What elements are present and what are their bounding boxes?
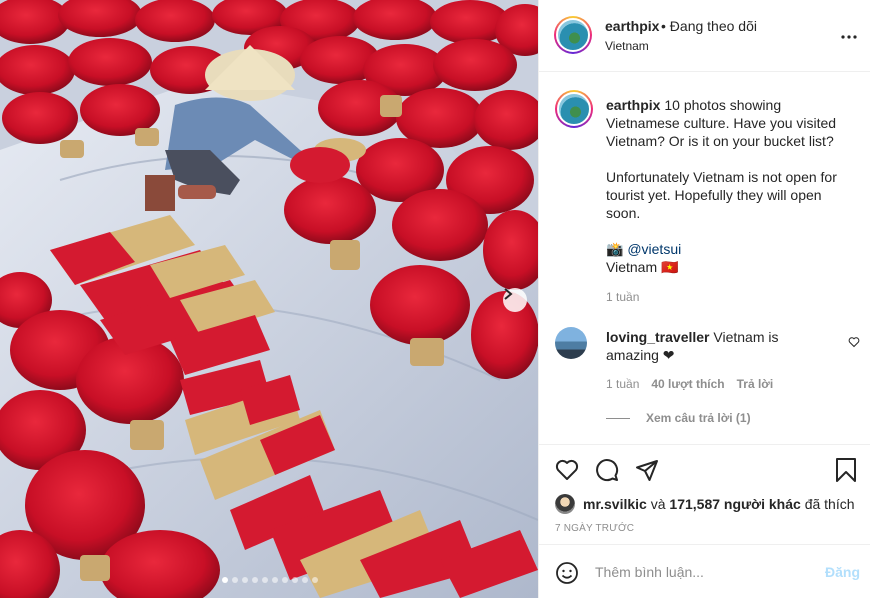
carousel-dot — [292, 577, 298, 583]
header-username[interactable]: earthpix — [605, 18, 659, 34]
credit-mention[interactable]: @vietsui — [627, 241, 681, 257]
commenter-username[interactable]: loving_traveller — [606, 329, 710, 345]
post-photo[interactable] — [0, 0, 538, 598]
bookmark-icon[interactable] — [835, 458, 857, 485]
replies-divider — [606, 417, 630, 419]
camera-emoji: 📸 — [606, 241, 624, 257]
avatar[interactable] — [554, 16, 592, 54]
comment-text: loving_traveller Vietnam is amazing ❤ — [606, 328, 831, 364]
view-replies-label: Xem câu trả lời (1) — [646, 411, 751, 425]
likes-others[interactable]: 171,587 người khác — [669, 496, 800, 512]
comment-time[interactable]: 1 tuần — [606, 377, 639, 391]
reply-button[interactable]: Trả lời — [737, 377, 774, 391]
carousel-dot — [242, 577, 248, 583]
more-options-icon[interactable] — [841, 26, 857, 42]
commenter-avatar[interactable] — [555, 327, 587, 359]
carousel-dot — [282, 577, 288, 583]
liker-username[interactable]: mr.svilkic — [583, 496, 647, 512]
like-heart-icon[interactable] — [555, 458, 579, 485]
likes-summary: mr.svilkic và 171,587 người khác đã thíc… — [555, 494, 855, 514]
share-paper-plane-icon[interactable] — [635, 458, 659, 485]
carousel-dot — [302, 577, 308, 583]
incense-photo-image — [0, 0, 538, 598]
caption-text: earthpix 10 photos showing Vietnamese cu… — [606, 96, 851, 276]
caption-tag-line: Vietnam 🇻🇳 — [606, 259, 679, 275]
post-header: earthpix • Đang theo dõi Vietnam — [539, 0, 870, 72]
next-photo-button[interactable] — [503, 288, 527, 312]
post-date[interactable]: 7 NGÀY TRƯỚC — [555, 523, 634, 534]
comment-likes[interactable]: 40 lượt thích — [651, 377, 724, 391]
caption-username[interactable]: earthpix — [606, 97, 660, 113]
comment-bubble-icon[interactable] — [595, 458, 619, 485]
comment-like-heart-icon[interactable] — [848, 335, 860, 351]
carousel-dot — [252, 577, 258, 583]
carousel-dot — [262, 577, 268, 583]
caption-avatar[interactable] — [555, 90, 593, 128]
caption-line-2: Unfortunately Vietnam is not open for to… — [606, 169, 837, 221]
carousel-dot — [222, 577, 228, 583]
liker-avatar[interactable] — [555, 494, 575, 514]
post-side-panel: earthpix • Đang theo dõi Vietnam earthpi… — [538, 0, 870, 598]
carousel-dot — [312, 577, 318, 583]
location-link[interactable]: Vietnam — [605, 39, 649, 53]
carousel-indicator — [222, 577, 318, 583]
likes-suffix: đã thích — [804, 496, 855, 512]
emoji-smiley-icon[interactable] — [555, 561, 579, 588]
caption-time[interactable]: 1 tuần — [606, 290, 639, 304]
likes-conjunction: và — [650, 496, 666, 512]
carousel-dot — [272, 577, 278, 583]
chevron-right-icon — [504, 288, 513, 300]
carousel-dot — [232, 577, 238, 583]
following-status[interactable]: • Đang theo dõi — [661, 18, 757, 34]
view-replies-button[interactable]: Xem câu trả lời (1) — [606, 411, 751, 425]
comment-form: Đăng — [539, 544, 870, 598]
post-comment-button[interactable]: Đăng — [825, 564, 860, 580]
comment-meta: 1 tuần 40 lượt thích Trả lời — [606, 377, 773, 391]
avatar-image — [556, 18, 590, 52]
comment-input[interactable] — [595, 561, 815, 583]
avatar-image — [557, 92, 591, 126]
post-actions: mr.svilkic và 171,587 người khác đã thíc… — [539, 444, 870, 544]
